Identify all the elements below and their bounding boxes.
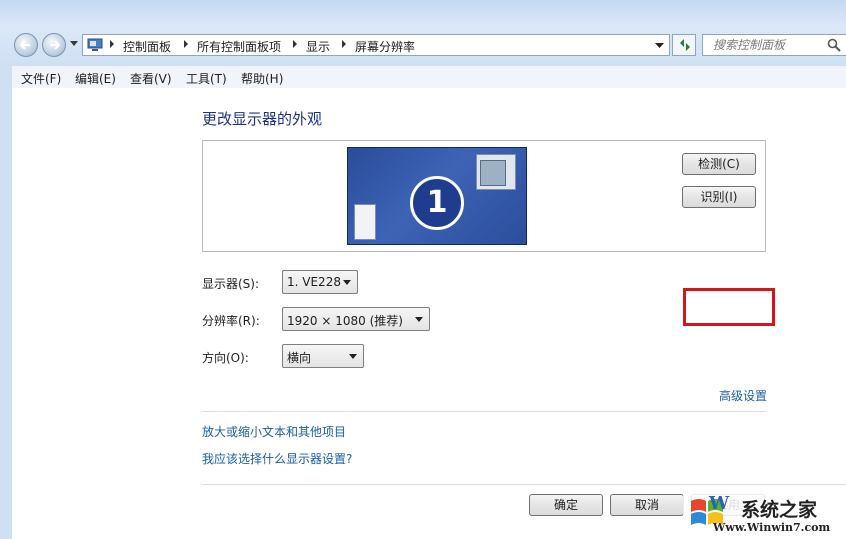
which-setting-link[interactable]: 我应该选择什么显示器设置?	[202, 450, 352, 467]
display-select[interactable]: 1. VE228	[282, 270, 358, 294]
breadcrumb-display[interactable]: 显示	[306, 38, 330, 55]
search-box[interactable]	[702, 34, 846, 56]
page-title: 更改显示器的外观	[202, 110, 323, 128]
advanced-settings-link[interactable]: 高级设置	[719, 387, 767, 404]
search-icon[interactable]	[827, 38, 841, 52]
refresh-icon	[680, 39, 690, 51]
highlight-box	[683, 288, 775, 326]
document-thumbnail-icon	[354, 204, 376, 240]
search-input[interactable]	[711, 37, 819, 53]
menu-help[interactable]: 帮助(H)	[241, 70, 283, 87]
menu-view[interactable]: 查看(V)	[130, 70, 172, 87]
watermark-url: Www.Winwin7.com	[713, 521, 831, 534]
menu-edit[interactable]: 编辑(E)	[75, 70, 116, 87]
window-thumbnail-icon	[476, 154, 516, 190]
resolution-select[interactable]: 1920 × 1080 (推荐)	[282, 307, 430, 331]
menu-file[interactable]: 文件(F)	[21, 70, 61, 87]
watermark-logo-letter: W	[709, 493, 730, 514]
detect-button[interactable]: 检测(C)	[682, 153, 756, 175]
back-button[interactable]	[14, 33, 38, 57]
breadcrumb-separator-icon	[342, 40, 346, 48]
forward-button[interactable]	[42, 33, 66, 57]
menu-tools[interactable]: 工具(T)	[186, 70, 227, 87]
refresh-button[interactable]	[672, 34, 696, 56]
chevron-down-icon	[343, 280, 351, 285]
chevron-down-icon	[349, 354, 357, 359]
watermark-title: 系统之家	[741, 499, 818, 521]
identify-button[interactable]: 识别(I)	[682, 186, 756, 208]
divider	[202, 411, 766, 412]
resolution-select-value: 1920 × 1080 (推荐)	[287, 314, 403, 328]
window-frame	[0, 0, 846, 66]
recent-pages-dropdown[interactable]	[70, 41, 78, 47]
monitor-preview-panel: 1 检测(C) 识别(I)	[202, 140, 766, 252]
cancel-button[interactable]: 取消	[610, 494, 684, 516]
monitor-1-thumbnail[interactable]: 1	[347, 147, 527, 245]
address-bar[interactable]: 控制面板 所有控制面板项 显示 屏幕分辨率	[82, 34, 670, 56]
menu-bar: 文件(F) 编辑(E) 查看(V) 工具(T) 帮助(H)	[12, 66, 846, 89]
arrow-left-icon	[20, 40, 30, 50]
text-size-link[interactable]: 放大或缩小文本和其他项目	[202, 423, 346, 440]
display-label: 显示器(S):	[202, 277, 260, 291]
resolution-label: 分辨率(R):	[202, 314, 260, 328]
breadcrumb-all-items[interactable]: 所有控制面板项	[197, 38, 281, 55]
monitor-number-badge: 1	[410, 176, 464, 230]
orientation-select-value: 横向	[287, 351, 312, 365]
address-dropdown-icon[interactable]	[655, 43, 664, 49]
divider	[202, 484, 846, 485]
arrow-right-icon	[50, 40, 60, 50]
breadcrumb-control-panel[interactable]: 控制面板	[123, 38, 171, 55]
ok-button[interactable]: 确定	[529, 494, 603, 516]
orientation-label: 方向(O):	[202, 351, 249, 365]
display-select-value: 1. VE228	[287, 275, 341, 289]
breadcrumb-separator-icon	[184, 40, 188, 48]
breadcrumb-separator-icon	[293, 40, 297, 48]
orientation-select[interactable]: 横向	[282, 344, 364, 368]
control-panel-icon	[87, 38, 103, 51]
watermark: W 系统之家 Www.Winwin7.com	[683, 489, 846, 539]
chevron-down-icon	[415, 317, 423, 322]
breadcrumb-screen-resolution[interactable]: 屏幕分辨率	[355, 38, 415, 55]
breadcrumb-separator-icon	[110, 40, 114, 48]
